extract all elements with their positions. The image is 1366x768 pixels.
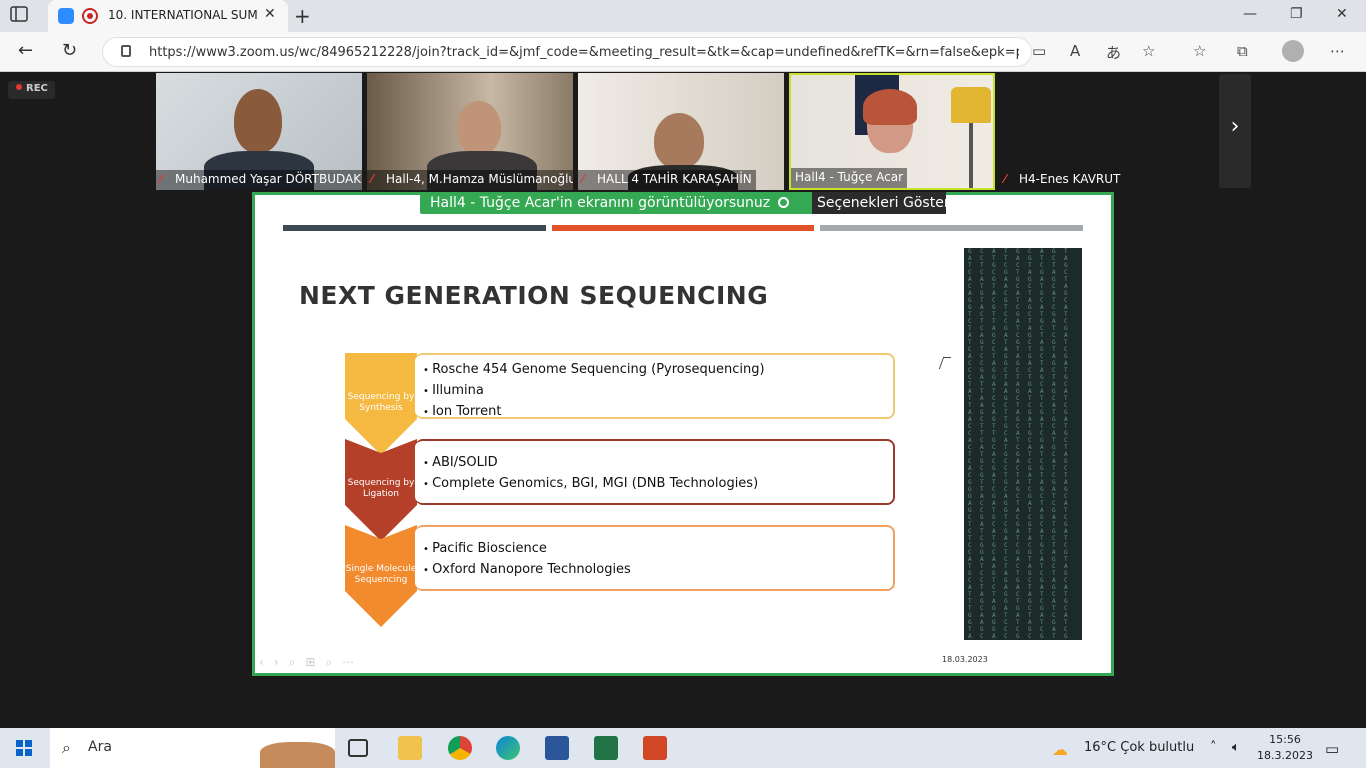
- mic-muted-icon: ⁄: [1004, 172, 1007, 186]
- camera-icon[interactable]: ▭: [1032, 42, 1046, 60]
- row-label: Sequencing by Synthesis: [347, 392, 415, 413]
- taskbar-clock[interactable]: 15:56 18.3.2023: [1257, 732, 1313, 764]
- participant-tile-active[interactable]: Hall4 - Tuğçe Acar: [789, 73, 995, 190]
- slide-title: NEXT GENERATION SEQUENCING: [299, 281, 769, 310]
- favorites-icon[interactable]: ☆: [1193, 42, 1206, 60]
- address-bar: ← ↻ https://www3.zoom.us/wc/84965212228/…: [0, 32, 1366, 72]
- start-icon[interactable]: [16, 740, 32, 756]
- technology-list-box: ABI/SOLID Complete Genomics, BGI, MGI (D…: [415, 439, 895, 505]
- window-close-icon[interactable]: ✕: [1336, 6, 1348, 22]
- list-item: Illumina: [423, 381, 893, 402]
- add-favorite-icon[interactable]: ☆: [1142, 42, 1155, 60]
- show-options-button[interactable]: Seçenekleri Göster: [812, 192, 950, 214]
- word-icon[interactable]: [545, 736, 569, 760]
- recording-badge: REC: [8, 81, 55, 99]
- slide-date: 18.03.2023: [942, 655, 988, 664]
- volume-icon[interactable]: 🔈︎: [1232, 740, 1240, 755]
- weather-text[interactable]: 16°C Çok bulutlu: [1084, 740, 1194, 755]
- new-tab-icon[interactable]: +: [294, 4, 311, 28]
- powerpoint-icon[interactable]: [643, 736, 667, 760]
- search-highlight-image: [260, 742, 335, 768]
- url-text[interactable]: https://www3.zoom.us/wc/84965212228/join…: [149, 45, 1019, 60]
- next-participants-button[interactable]: ›: [1219, 74, 1251, 188]
- mouse-cursor: [938, 357, 952, 369]
- list-item: Pacific Bioscience: [423, 539, 893, 560]
- participant-tile[interactable]: ⁄ Hall-4, M.Hamza Müslümanoğlu: [367, 73, 573, 190]
- back-icon[interactable]: ←: [18, 40, 33, 61]
- windows-taskbar: ⌕ Ara ☁ 16°C Çok bulutlu ˄ 🔈︎ 15:56 18.3…: [0, 728, 1366, 768]
- row-label: Single Molecule Sequencing: [345, 564, 417, 585]
- list-item: ABI/SOLID: [423, 453, 893, 474]
- edge-icon[interactable]: [496, 736, 520, 760]
- list-item: Rosche 454 Genome Sequencing (Pyrosequen…: [423, 360, 893, 381]
- task-view-icon[interactable]: [348, 739, 368, 757]
- search-icon: ⌕: [62, 738, 71, 757]
- profile-icon[interactable]: [1282, 40, 1304, 62]
- taskbar-search[interactable]: ⌕ Ara: [50, 728, 335, 768]
- technology-list-box: Rosche 454 Genome Sequencing (Pyrosequen…: [415, 353, 895, 419]
- dna-sequence-image: GATCACAGGTCTATCACCCTATTAACCACTCACGGGAGCT…: [964, 248, 1082, 640]
- slide-top-bar: [552, 225, 814, 231]
- file-explorer-icon[interactable]: [398, 736, 422, 760]
- participant-name: Hall4 - Tuğçe Acar: [791, 168, 908, 188]
- stop-share-icon[interactable]: [778, 197, 790, 208]
- list-item: Oxford Nanopore Technologies: [423, 560, 893, 581]
- excel-icon[interactable]: [594, 736, 618, 760]
- refresh-icon[interactable]: ↻: [62, 40, 77, 61]
- browser-tab-bar: 10. INTERNATIONAL SUMM ✕ + — ❐ ✕: [0, 0, 1366, 32]
- recording-icon: [82, 8, 98, 24]
- tab-actions-icon[interactable]: [10, 6, 38, 26]
- read-aloud-icon[interactable]: A: [1070, 42, 1080, 60]
- list-item: Complete Genomics, BGI, MGI (DNB Technol…: [423, 474, 893, 495]
- slide-top-bar: [820, 225, 1083, 231]
- mic-muted-icon: ⁄: [160, 172, 163, 186]
- chevron-up-icon[interactable]: ˄: [1210, 740, 1217, 755]
- shared-screen-slide: NEXT GENERATION SEQUENCING Sequencing by…: [252, 192, 1114, 676]
- list-item: Ion Torrent: [423, 402, 893, 423]
- mic-muted-icon: ⁄: [582, 172, 585, 186]
- close-icon[interactable]: ✕: [264, 6, 276, 22]
- participant-tile[interactable]: ⁄ HALL 4 TAHİR KARAŞAHİN: [578, 73, 784, 190]
- tab-title: 10. INTERNATIONAL SUMM: [108, 8, 258, 22]
- lock-icon: [121, 45, 131, 57]
- participant-tile[interactable]: ⁄ Muhammed Yaşar DÖRTBUDAK: [156, 73, 362, 190]
- participant-name: ⁄ Muhammed Yaşar DÖRTBUDAK: [156, 170, 362, 190]
- translate-icon[interactable]: あ: [1106, 42, 1121, 63]
- participant-tile[interactable]: ⁄ H4-Enes KAVRUT: [1000, 73, 1206, 190]
- technology-list-box: Pacific Bioscience Oxford Nanopore Techn…: [415, 525, 895, 591]
- zoom-icon: [58, 8, 74, 24]
- row-label: Sequencing by Ligation: [347, 478, 415, 499]
- minimize-icon[interactable]: —: [1243, 6, 1257, 22]
- chevron-right-icon: ›: [1230, 114, 1240, 139]
- clock-time: 15:56: [1269, 733, 1301, 746]
- participant-name: ⁄ HALL 4 TAHİR KARAŞAHİN: [578, 170, 756, 190]
- participant-name: ⁄ Hall-4, M.Hamza Müslümanoğlu: [367, 170, 573, 190]
- notification-icon[interactable]: ▭: [1325, 740, 1339, 758]
- restore-icon[interactable]: ❐: [1290, 6, 1303, 22]
- collections-icon[interactable]: ⧉: [1237, 42, 1248, 60]
- screen-share-notice: Hall4 - Tuğçe Acar'in ekranını görüntülü…: [420, 192, 820, 214]
- slide-top-bar: [283, 225, 546, 231]
- browser-tab[interactable]: 10. INTERNATIONAL SUMM ✕: [48, 0, 288, 32]
- zoom-meeting-area: REC ⁄ Muhammed Yaşar DÖRTBUDAK ⁄ Hall-4, M…: [0, 72, 1366, 728]
- search-placeholder: Ara: [88, 739, 112, 755]
- weather-icon[interactable]: ☁: [1052, 740, 1068, 759]
- mic-muted-icon: ⁄: [371, 172, 374, 186]
- clock-date: 18.3.2023: [1257, 749, 1313, 762]
- chrome-icon[interactable]: [448, 736, 472, 760]
- url-field[interactable]: https://www3.zoom.us/wc/84965212228/join…: [102, 37, 1032, 67]
- more-icon[interactable]: ⋯: [1330, 42, 1345, 60]
- participant-name: ⁄ H4-Enes KAVRUT: [1004, 172, 1121, 186]
- slide-controls[interactable]: ‹›⌕⊞⌕⋯: [259, 655, 364, 670]
